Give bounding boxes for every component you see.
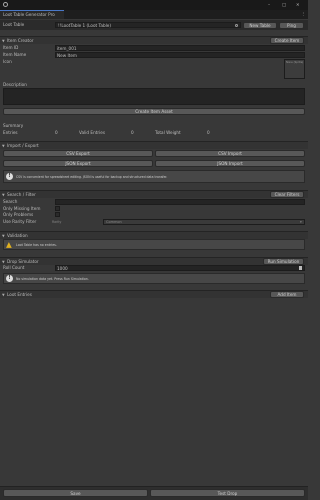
valid-entries-value: 0 — [131, 130, 134, 135]
loot-table-label: Loot Table — [3, 22, 25, 27]
total-weight-value: 0 — [207, 130, 210, 135]
run-simulation-button[interactable]: Run Simulation — [263, 258, 304, 265]
foldout-chevron-icon: ▼ — [2, 193, 5, 197]
item-creator-title: Item Creator — [7, 38, 34, 43]
roll-count-value: 1000 — [57, 266, 68, 271]
ping-button[interactable]: Ping — [279, 22, 304, 29]
import-export-info-text: CSV is convenient for spreadsheet editin… — [16, 175, 168, 179]
new-table-button[interactable]: New Table — [243, 22, 277, 29]
csv-export-button[interactable]: CSV Export — [3, 150, 153, 157]
rarity-sub-label: Rarity — [52, 220, 62, 224]
drop-simulator-title: Drop Simulator — [7, 259, 39, 264]
info-icon: ! — [6, 173, 13, 180]
summary-title: Summary — [3, 123, 24, 128]
chevron-down-icon: ▾ — [300, 220, 302, 224]
json-export-button[interactable]: JSON Export — [3, 160, 153, 167]
object-picker-icon[interactable] — [235, 24, 238, 27]
loot-entries-title: Loot Entries — [7, 292, 32, 297]
foldout-chevron-icon: ▼ — [2, 234, 5, 238]
item-name-field[interactable]: New Item — [55, 52, 305, 58]
valid-entries-label: Valid Entries — [79, 130, 106, 135]
description-label: Description — [3, 82, 27, 87]
only-problems-toggle[interactable] — [55, 212, 60, 217]
only-problems-label: Only Problems — [3, 212, 34, 217]
only-missing-label: Only Missing Item — [3, 206, 41, 211]
loot-table-field[interactable]: !!LootTable 1 (Loot Table) — [55, 22, 241, 28]
search-input[interactable] — [55, 199, 305, 205]
only-missing-toggle[interactable] — [55, 206, 60, 211]
validation-header[interactable]: ▼ Validation — [0, 231, 308, 239]
loot-table-row: Loot Table !!LootTable 1 (Loot Table) Ne… — [0, 20, 308, 30]
icon-sprite-hint: None (Sprite) — [286, 61, 304, 64]
add-item-button[interactable]: Add Item — [270, 291, 304, 298]
search-filter-header[interactable]: ▼ Search / Filter Clear Filters — [0, 190, 308, 198]
validation-warning-box: ▲ Loot Table has no entries. — [3, 239, 305, 250]
search-filter-title: Search / Filter — [7, 192, 36, 197]
rarity-filter-label: Use Rarity Filter — [3, 219, 37, 224]
maximize-button[interactable]: □ — [282, 2, 286, 7]
roll-count-slider[interactable]: 1000 — [55, 265, 305, 271]
import-export-title: Import / Export — [7, 143, 39, 148]
entries-label: Entries — [3, 130, 18, 135]
clear-filters-button[interactable]: Clear Filters — [270, 191, 304, 198]
json-import-button[interactable]: JSON Import — [155, 160, 305, 167]
window-tab-label: Loot Table Generator Pro — [3, 12, 55, 17]
foldout-chevron-icon: ▼ — [2, 293, 5, 297]
close-button[interactable]: ✕ — [296, 2, 300, 7]
drop-simulator-header[interactable]: ▼ Drop Simulator Run Simulation — [0, 257, 308, 265]
simulation-info-text: No simulation data yet. Press Run Simula… — [16, 277, 89, 281]
rarity-dropdown-value: Common — [106, 220, 122, 224]
item-creator-header[interactable]: ▼ Item Creator Create Item — [0, 36, 308, 44]
info-icon: ! — [6, 275, 13, 282]
description-textarea[interactable] — [3, 88, 305, 105]
csv-import-button[interactable]: CSV Import — [155, 150, 305, 157]
footer-bar: Save Test Drop — [0, 486, 308, 500]
import-export-info-box: ! CSV is convenient for spreadsheet edit… — [3, 170, 305, 183]
simulation-info-box: ! No simulation data yet. Press Run Simu… — [3, 273, 305, 284]
roll-count-label: Roll Count — [3, 265, 25, 270]
window-tab[interactable]: Loot Table Generator Pro — [0, 10, 64, 19]
item-name-label: Item Name — [3, 52, 27, 57]
icon-label: Icon — [3, 59, 12, 64]
rarity-dropdown[interactable]: Common ▾ — [103, 219, 305, 225]
icon-sprite-field[interactable]: None (Sprite) — [284, 59, 305, 79]
minimize-button[interactable]: – — [268, 2, 270, 7]
foldout-chevron-icon: ▼ — [2, 260, 5, 264]
item-name-value: New Item — [57, 53, 77, 58]
create-item-asset-button[interactable]: Create Item Asset — [3, 108, 305, 115]
foldout-chevron-icon: ▼ — [2, 39, 5, 43]
search-label: Search — [3, 199, 18, 204]
warning-icon: ▲ — [6, 240, 12, 249]
loot-entries-header[interactable]: ▼ Loot Entries Add Item — [0, 290, 308, 298]
more-menu-icon[interactable]: ⋮ — [301, 11, 305, 16]
item-id-value: item_001 — [57, 46, 77, 51]
import-export-header[interactable]: ▼ Import / Export — [0, 141, 308, 149]
total-weight-label: Total Weight — [155, 130, 181, 135]
save-button[interactable]: Save — [3, 489, 148, 497]
entries-value: 0 — [55, 130, 58, 135]
item-id-field[interactable]: item_001 — [55, 45, 305, 51]
validation-title: Validation — [7, 233, 28, 238]
window-titlebar: – □ ✕ — [0, 0, 308, 10]
test-drop-button[interactable]: Test Drop — [150, 489, 305, 497]
item-id-label: Item ID — [3, 45, 19, 50]
slider-handle-icon[interactable] — [299, 266, 302, 270]
validation-warning-text: Loot Table has no entries. — [16, 243, 57, 247]
app-icon — [3, 2, 8, 7]
create-item-button[interactable]: Create Item — [270, 37, 304, 44]
foldout-chevron-icon: ▼ — [2, 144, 5, 148]
loot-table-value: !!LootTable 1 (Loot Table) — [58, 23, 111, 28]
